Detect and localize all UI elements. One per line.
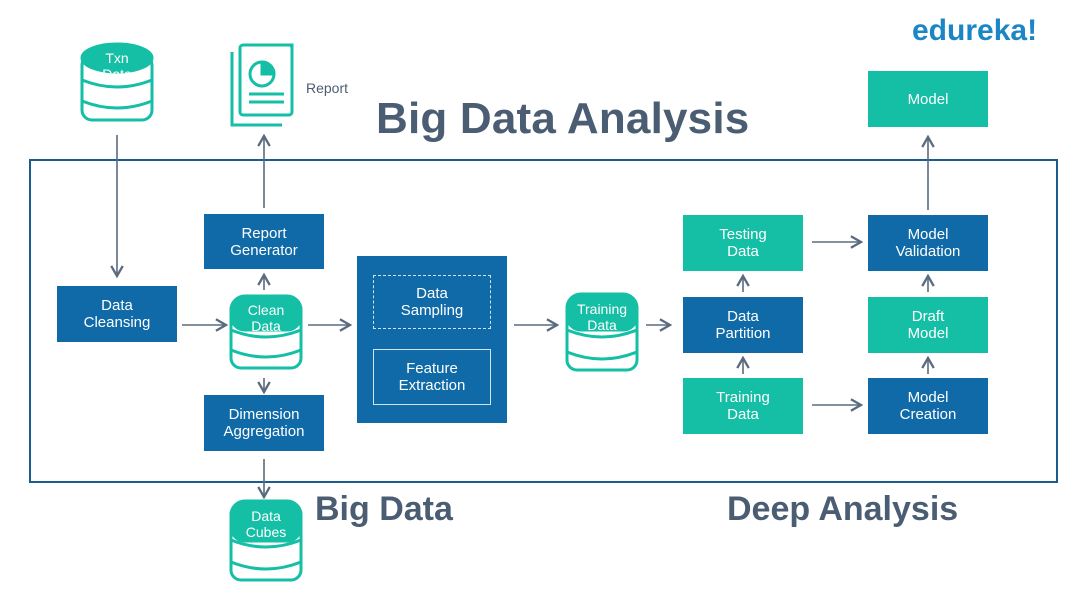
data-partition-box: Data Partition xyxy=(683,297,803,353)
processing-block: Data Sampling Feature Extraction xyxy=(357,256,507,423)
diagram: edureka! Big Data Analysis Big Data Deep… xyxy=(0,0,1087,605)
report-document-icon xyxy=(230,43,294,127)
feature-extraction-box: Feature Extraction xyxy=(373,349,491,405)
report-label: Report xyxy=(306,80,349,96)
section-deep-analysis: Deep Analysis xyxy=(727,490,959,528)
data-sampling-box: Data Sampling xyxy=(373,275,491,329)
model-validation-box: Model Validation xyxy=(868,215,988,271)
training-data-db-label: Training Data xyxy=(576,301,628,333)
data-cubes-label: Data Cubes xyxy=(245,508,287,540)
page-title: Big Data Analysis xyxy=(376,94,750,143)
training-data-box: Training Data xyxy=(683,378,803,434)
dimension-aggregation-box: Dimension Aggregation xyxy=(204,395,324,451)
model-box: Model xyxy=(868,71,988,127)
data-cleansing-box: Data Cleansing xyxy=(57,286,177,342)
section-big-data: Big Data xyxy=(315,490,453,528)
txn-data-label: Txn Data xyxy=(102,50,132,82)
testing-data-box: Testing Data xyxy=(683,215,803,271)
draft-model-box: Draft Model xyxy=(868,297,988,353)
report-generator-box: Report Generator xyxy=(204,214,324,269)
model-creation-box: Model Creation xyxy=(868,378,988,434)
clean-data-label: Clean Data xyxy=(247,302,285,334)
edureka-logo: edureka! xyxy=(912,14,1038,47)
